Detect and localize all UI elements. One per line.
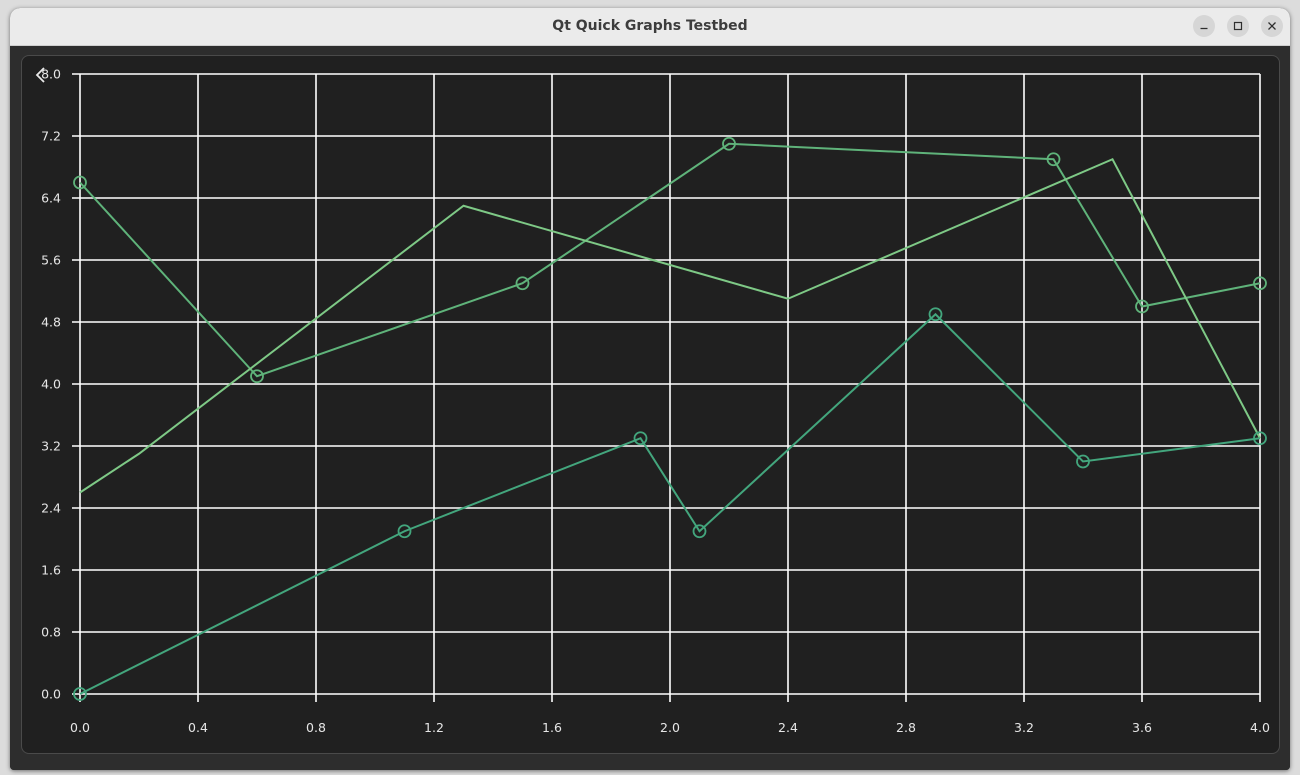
y-tick-label: 0.8 bbox=[41, 625, 61, 640]
y-tick-label: 1.6 bbox=[41, 563, 61, 578]
back-button[interactable] bbox=[31, 66, 51, 84]
x-tick-label: 2.4 bbox=[778, 720, 798, 735]
x-tick-label: 0.0 bbox=[70, 720, 90, 735]
line-graph: 0.0 0.4 0.8 1.2 1.6 2.0 2.4 2.8 3.2 3.6 4.0 0.0 0.8 1… bbox=[41, 67, 1270, 736]
x-tick-label: 3.6 bbox=[1132, 720, 1152, 735]
y-tick-label: 2.4 bbox=[41, 501, 61, 516]
x-tick-label: 3.2 bbox=[1014, 720, 1034, 735]
x-tick-label: 4.0 bbox=[1250, 720, 1270, 735]
y-tick-label: 0.0 bbox=[41, 687, 61, 702]
x-tick-label: 1.2 bbox=[424, 720, 444, 735]
x-tick-label: 0.8 bbox=[306, 720, 326, 735]
chevron-left-icon bbox=[35, 67, 45, 83]
y-tick-label: 4.0 bbox=[41, 377, 61, 392]
y-tick-label: 5.6 bbox=[41, 253, 61, 268]
y-tick-label: 7.2 bbox=[41, 129, 61, 144]
x-tick-label: 0.4 bbox=[188, 720, 208, 735]
y-tick-label: 3.2 bbox=[41, 439, 61, 454]
x-tick-label: 1.6 bbox=[542, 720, 562, 735]
x-tick-label: 2.8 bbox=[896, 720, 916, 735]
x-tick-label: 2.0 bbox=[660, 720, 680, 735]
y-tick-label: 4.8 bbox=[41, 315, 61, 330]
y-tick-label: 6.4 bbox=[41, 191, 61, 206]
